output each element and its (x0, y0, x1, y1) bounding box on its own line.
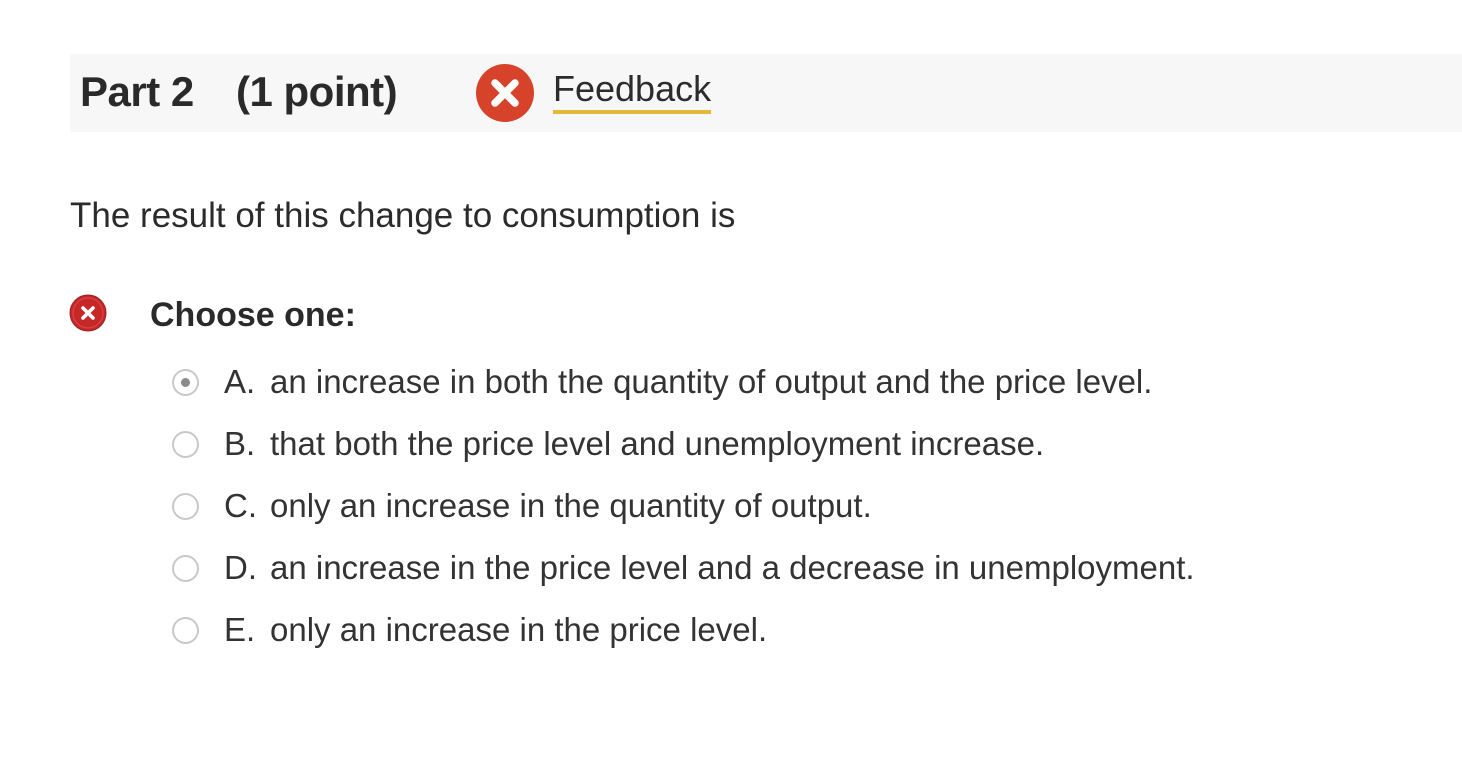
part-header: Part 2 (1 point) Feedback (70, 54, 1462, 132)
part-title: Part 2 (80, 68, 194, 115)
radio-option-d[interactable] (172, 554, 199, 582)
part-points: (1 point) (236, 68, 398, 115)
radio-option-a[interactable] (172, 368, 199, 396)
option-text: an increase in both the quantity of outp… (270, 363, 1153, 400)
option-text: only an increase in the price level. (270, 611, 768, 648)
incorrect-x-icon (69, 294, 107, 332)
option-text: an increase in the price level and a dec… (270, 549, 1195, 586)
radio-option-b[interactable] (172, 430, 199, 458)
option-c[interactable]: C. only an increase in the quantity of o… (172, 484, 872, 528)
option-letter: D. (224, 549, 257, 586)
radio-option-c[interactable] (172, 492, 199, 520)
option-text: only an increase in the quantity of outp… (270, 487, 872, 524)
close-circle-icon[interactable] (476, 64, 534, 122)
option-letter: A. (224, 363, 256, 400)
option-text: that both the price level and unemployme… (270, 425, 1045, 462)
option-d[interactable]: D. an increase in the price level and a … (172, 546, 1195, 590)
radio-option-e[interactable] (172, 616, 199, 644)
feedback-link[interactable]: Feedback (553, 70, 712, 114)
question-text: The result of this change to consumption… (70, 196, 736, 235)
option-b[interactable]: B. that both the price level and unemplo… (172, 422, 1044, 466)
option-a[interactable]: A. an increase in both the quantity of o… (172, 360, 1152, 404)
option-letter: E. (224, 611, 256, 648)
option-letter: C. (224, 487, 257, 524)
option-e[interactable]: E. only an increase in the price level. (172, 608, 767, 652)
choose-one-label: Choose one: (150, 296, 356, 334)
option-letter: B. (224, 425, 256, 462)
